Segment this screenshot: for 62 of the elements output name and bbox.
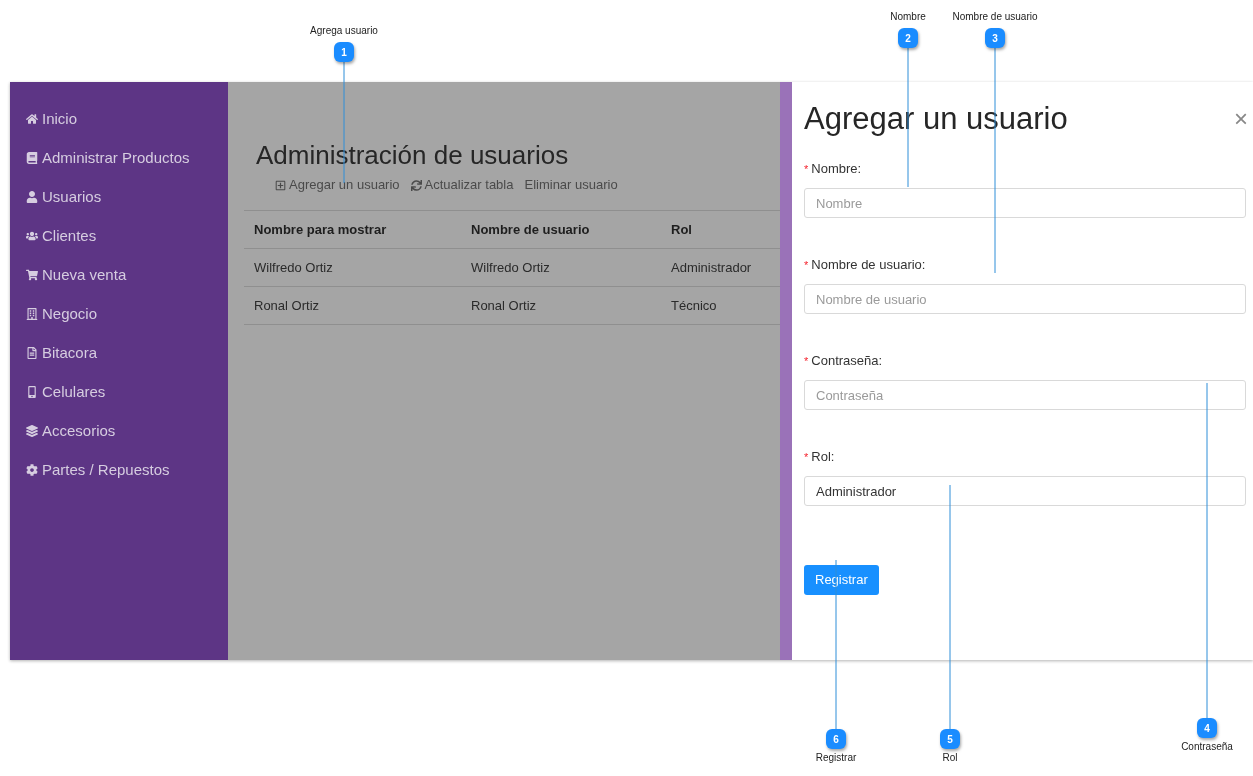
input-field[interactable]: Administrador bbox=[804, 476, 1246, 506]
callout-badge: 2 bbox=[898, 28, 918, 48]
document-icon bbox=[26, 346, 38, 359]
callout-label: Rol bbox=[942, 752, 958, 764]
sidebar-item[interactable]: Inicio bbox=[26, 108, 228, 129]
required-mark: * bbox=[804, 257, 809, 273]
sidebar-item[interactable]: Clientes bbox=[26, 225, 228, 246]
callout-badge: 3 bbox=[985, 28, 1005, 48]
home-icon bbox=[26, 112, 38, 125]
table-cell-text: Administrador bbox=[671, 258, 753, 277]
toolbar-button[interactable]: Eliminar usuario bbox=[524, 175, 618, 195]
sidebar-item[interactable]: Nueva venta bbox=[26, 264, 228, 285]
column-header: Rol bbox=[671, 220, 693, 239]
user-icon bbox=[26, 190, 38, 203]
close-button[interactable]: × bbox=[1234, 107, 1248, 131]
column-header: Nombre para mostrar bbox=[253, 220, 388, 239]
book-icon bbox=[26, 151, 38, 164]
toolbar-button[interactable]: Actualizar tabla bbox=[410, 175, 514, 195]
callout-label: Contraseña bbox=[1181, 741, 1233, 753]
table-cell-text: Técnico bbox=[671, 296, 718, 315]
sidebar-item[interactable]: Celulares bbox=[26, 381, 228, 402]
column-header: Nombre de usuario bbox=[471, 220, 591, 239]
callout-badge: 5 bbox=[940, 729, 960, 749]
plus-icon bbox=[275, 179, 286, 191]
field-label: Nombre: bbox=[811, 160, 862, 179]
table-cell-text: Ronal Ortiz bbox=[471, 296, 538, 315]
cart-icon bbox=[26, 268, 38, 281]
register-button[interactable]: Registrar bbox=[804, 565, 879, 595]
table-cell-text: Wilfredo Ortiz bbox=[253, 258, 334, 277]
phone-icon bbox=[26, 385, 38, 398]
required-mark: * bbox=[804, 353, 809, 369]
input-field[interactable]: Contraseña bbox=[804, 380, 1246, 410]
callout-label: Registrar bbox=[815, 752, 857, 764]
page-title: Administración de usuarios bbox=[256, 139, 570, 171]
required-mark: * bbox=[804, 161, 809, 177]
input-field[interactable]: Nombre bbox=[804, 188, 1246, 218]
sidebar-item[interactable]: Accesorios bbox=[26, 420, 228, 441]
sidebar-item[interactable]: Bitacora bbox=[26, 342, 228, 363]
gear-icon bbox=[26, 463, 38, 476]
callout-label: Nombre bbox=[890, 11, 926, 23]
table-cell-text: Ronal Ortiz bbox=[253, 296, 321, 315]
callout-label: Agrega usuario bbox=[310, 25, 378, 37]
stack-icon bbox=[26, 424, 38, 437]
field-label: Contraseña: bbox=[811, 352, 883, 371]
sidebar-item[interactable]: Partes / Repuestos bbox=[26, 459, 228, 480]
callout-label: Nombre de usuario bbox=[952, 11, 1038, 23]
table-cell-text: Wilfredo Ortiz bbox=[471, 258, 551, 277]
drawer-title: Agregar un usuario bbox=[804, 100, 1068, 138]
input-field[interactable]: Nombre de usuario bbox=[804, 284, 1246, 314]
field-label: Rol: bbox=[811, 448, 835, 467]
callout-badge: 6 bbox=[826, 729, 846, 749]
required-mark: * bbox=[804, 449, 809, 465]
callout-badge: 1 bbox=[334, 42, 354, 62]
sidebar-item[interactable]: Administrar Productos bbox=[26, 147, 228, 168]
callout-badge: 4 bbox=[1197, 718, 1217, 738]
refresh-icon bbox=[410, 179, 422, 191]
sidebar-item[interactable]: Negocio bbox=[26, 303, 228, 324]
field-label: Nombre de usuario: bbox=[811, 256, 926, 275]
users-icon bbox=[26, 229, 38, 242]
building-icon bbox=[26, 307, 38, 320]
toolbar-button[interactable]: Agregar un usuario bbox=[275, 175, 400, 195]
sidebar-item[interactable]: Usuarios bbox=[26, 186, 228, 207]
